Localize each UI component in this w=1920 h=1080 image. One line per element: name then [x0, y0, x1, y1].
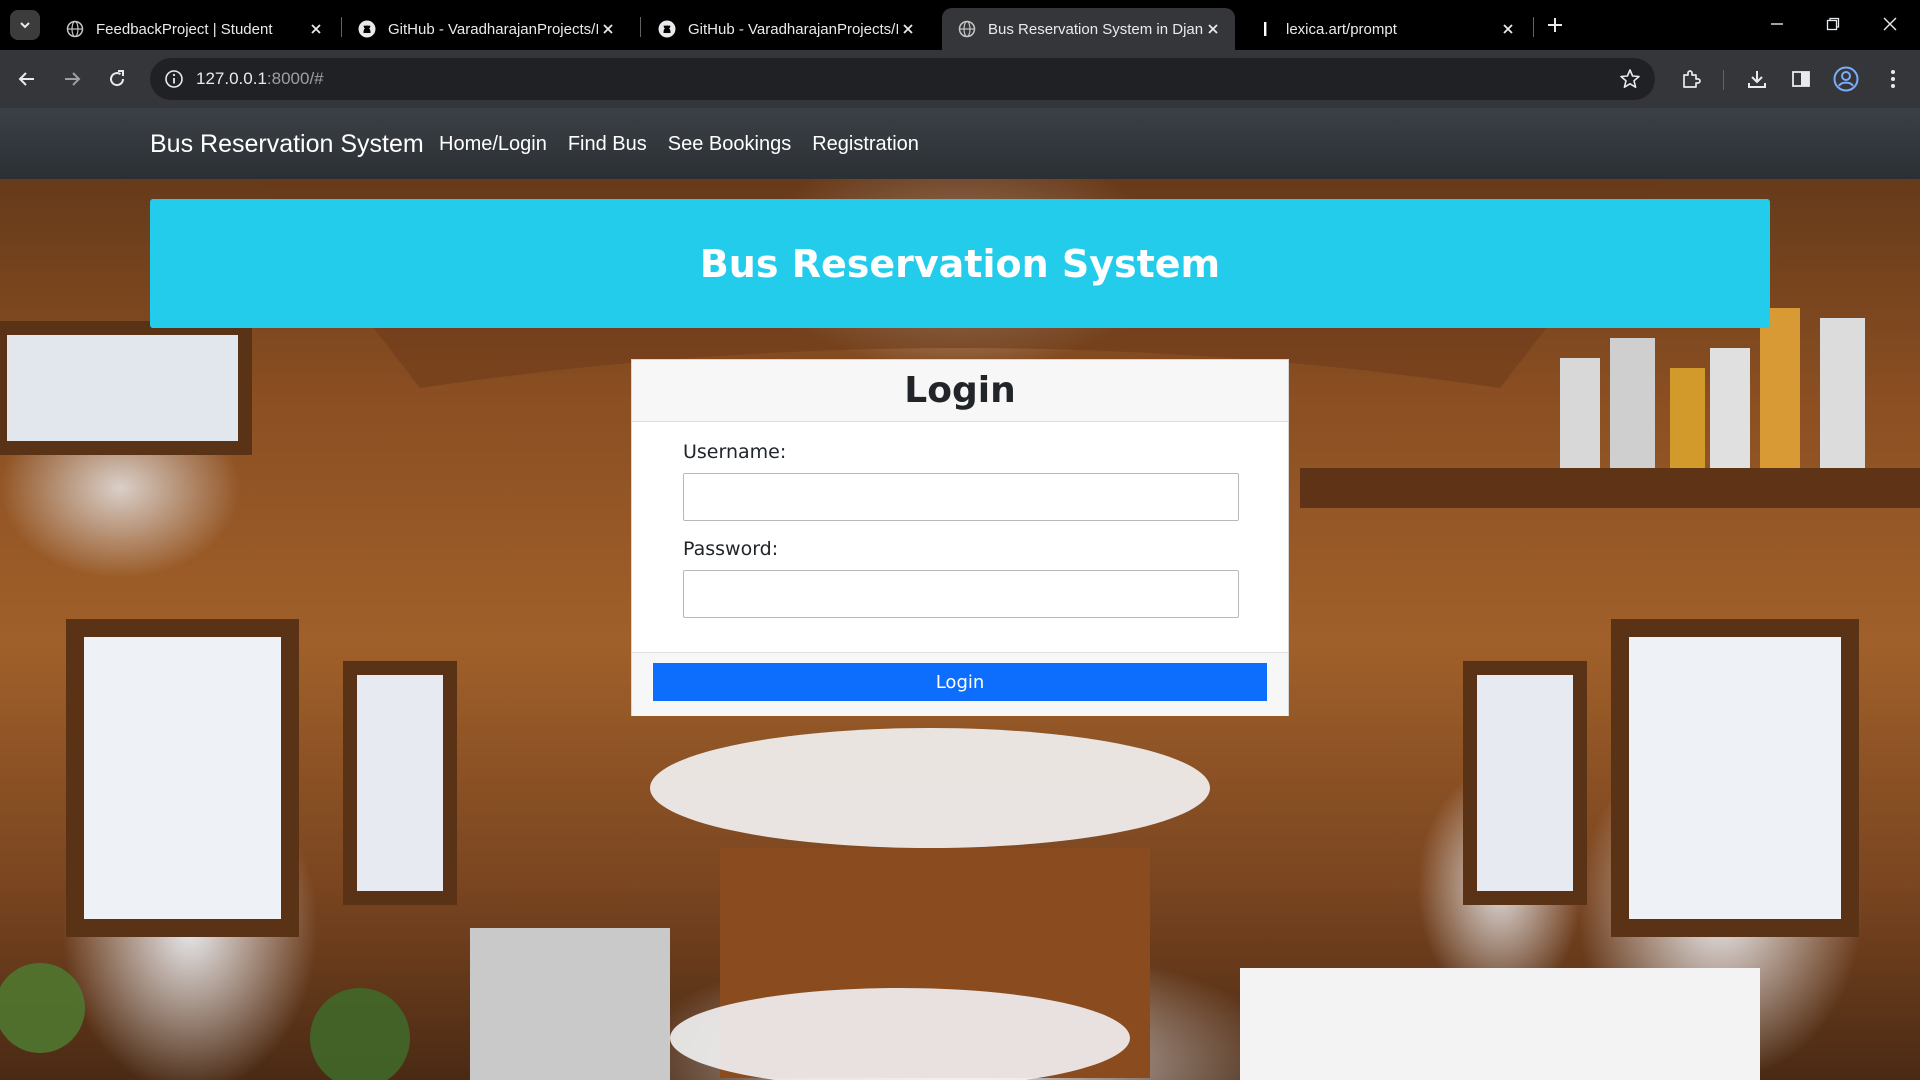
- login-heading: Login: [904, 370, 1016, 411]
- close-tab-icon[interactable]: [1203, 19, 1223, 39]
- nav-link-registration[interactable]: Registration: [812, 133, 919, 156]
- tab-separator: [1533, 17, 1534, 37]
- username-input[interactable]: [683, 473, 1239, 521]
- globe-icon: [958, 20, 976, 38]
- back-button[interactable]: [13, 65, 41, 93]
- info-icon[interactable]: [164, 69, 184, 89]
- close-tab-icon[interactable]: [898, 19, 918, 39]
- close-icon: [1883, 17, 1897, 31]
- close-tab-icon[interactable]: [306, 19, 326, 39]
- globe-icon: [66, 20, 84, 38]
- tab-title: GitHub - VaradharajanProjects/I: [388, 20, 598, 38]
- cursor-icon: [1256, 20, 1274, 38]
- tab-title: FeedbackProject | Student: [96, 20, 273, 38]
- tab-title: GitHub - VaradharajanProjects/I: [688, 20, 898, 38]
- browser-toolbar: 127.0.0.1:8000/#: [0, 50, 1920, 108]
- forward-button[interactable]: [58, 65, 86, 93]
- tab-search-button[interactable]: [10, 10, 40, 40]
- reload-button[interactable]: [103, 65, 131, 93]
- side-panel-icon: [1792, 71, 1810, 87]
- browser-tab-feedbackproject[interactable]: FeedbackProject | Student: [50, 8, 338, 50]
- close-window-button[interactable]: [1870, 8, 1910, 40]
- login-card: Login Username: Password: Login: [631, 359, 1289, 716]
- url-path: :8000/#: [266, 69, 324, 88]
- chevron-down-icon: [20, 22, 30, 29]
- browser-tab-lexica[interactable]: lexica.art/prompt: [1240, 8, 1530, 50]
- url-text: 127.0.0.1:8000/#: [196, 69, 324, 89]
- username-label: Username:: [683, 441, 787, 463]
- url-host: 127.0.0.1: [196, 69, 267, 88]
- browser-tab-github-1[interactable]: GitHub - VaradharajanProjects/I: [342, 8, 630, 50]
- github-icon: [658, 20, 676, 38]
- nav-link-home-login[interactable]: Home/Login: [439, 133, 547, 156]
- new-tab-button[interactable]: [1540, 12, 1570, 38]
- avatar-icon: [1833, 66, 1859, 92]
- nav-link-find-bus[interactable]: Find Bus: [568, 133, 647, 156]
- browser-tab-bus-reservation[interactable]: Bus Reservation System in Djang: [942, 8, 1235, 50]
- restore-button[interactable]: [1813, 8, 1853, 40]
- close-tab-icon[interactable]: [1498, 19, 1518, 39]
- navbar-brand[interactable]: Bus Reservation System: [150, 130, 424, 159]
- minimize-icon: [1771, 23, 1783, 25]
- bookmark-star-icon[interactable]: [1619, 68, 1641, 90]
- tab-title: Bus Reservation System in Djang: [988, 20, 1203, 38]
- profile-button[interactable]: [1832, 65, 1860, 93]
- arrow-left-icon: [18, 72, 34, 86]
- close-tab-icon[interactable]: [598, 19, 618, 39]
- password-input[interactable]: [683, 570, 1239, 618]
- address-bar[interactable]: 127.0.0.1:8000/#: [150, 58, 1655, 100]
- downloads-button[interactable]: [1743, 65, 1771, 93]
- arrow-right-icon: [65, 72, 81, 86]
- toolbar-separator: [1723, 70, 1724, 90]
- reload-icon: [110, 70, 125, 87]
- hero-banner: Bus Reservation System: [150, 199, 1770, 328]
- minimize-button[interactable]: [1757, 8, 1797, 40]
- extensions-button[interactable]: [1677, 65, 1705, 93]
- tab-title: lexica.art/prompt: [1286, 20, 1397, 38]
- hero-title: Bus Reservation System: [699, 241, 1221, 286]
- tab-separator: [640, 17, 641, 37]
- site-navbar: Bus Reservation System Home/Login Find B…: [0, 108, 1920, 179]
- github-icon: [358, 20, 376, 38]
- login-card-header: Login: [632, 360, 1288, 422]
- menu-button[interactable]: [1879, 65, 1907, 93]
- kebab-menu-icon: [1891, 70, 1895, 88]
- login-card-footer: Login: [632, 652, 1288, 716]
- download-icon: [1748, 71, 1766, 88]
- restore-icon: [1826, 17, 1840, 31]
- plus-icon: [1548, 18, 1562, 32]
- side-panel-button[interactable]: [1787, 65, 1815, 93]
- browser-tab-github-2[interactable]: GitHub - VaradharajanProjects/I: [642, 8, 930, 50]
- password-label: Password:: [683, 538, 779, 560]
- page-viewport: Bus Reservation System Home/Login Find B…: [0, 108, 1920, 1080]
- nav-link-see-bookings[interactable]: See Bookings: [668, 133, 791, 156]
- puzzle-icon: [1683, 70, 1701, 88]
- nav-links: Home/Login Find Bus See Bookings Registr…: [439, 133, 919, 156]
- login-button[interactable]: Login: [653, 663, 1267, 701]
- browser-tab-strip: FeedbackProject | Student GitHub - Varad…: [0, 0, 1920, 50]
